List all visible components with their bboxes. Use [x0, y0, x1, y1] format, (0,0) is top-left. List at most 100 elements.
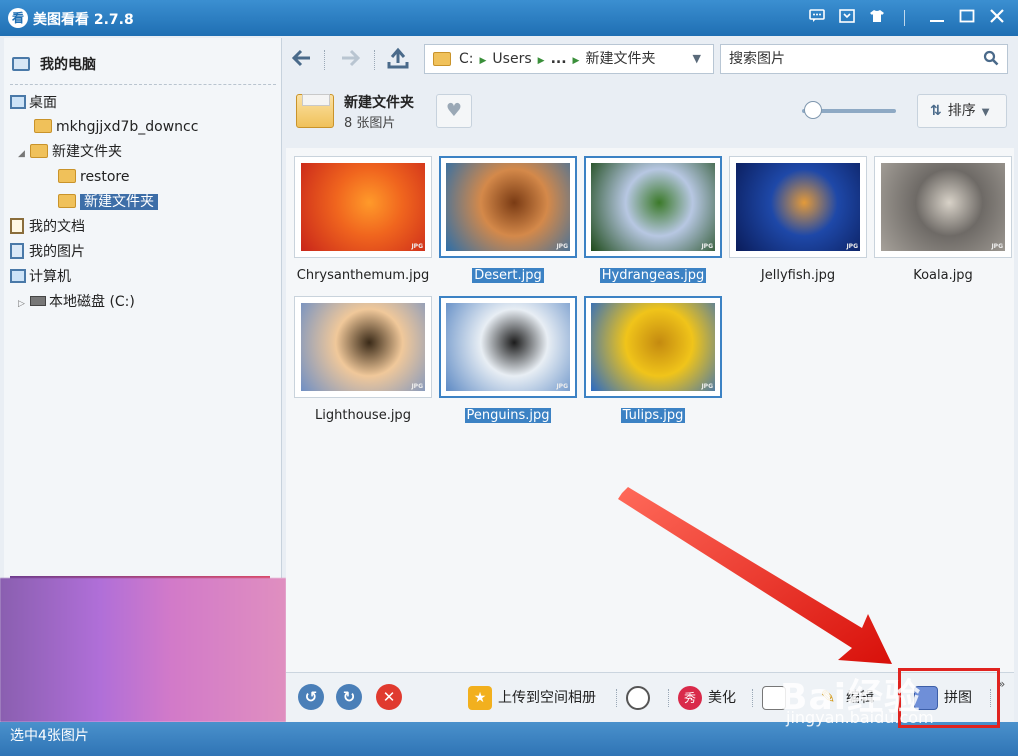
thumbnail-image: JPG	[591, 163, 715, 251]
address-bar[interactable]: C: ▶ Users ▶... ▶ 新建文件夹 ▼	[424, 44, 714, 74]
jpg-badge-icon: JPG	[846, 243, 858, 250]
thumbnail-image: JPG	[301, 303, 425, 391]
sidebar-item-new-folder[interactable]: ◢ 新建文件夹	[18, 141, 122, 163]
image-filename[interactable]: Penguins.jpg	[433, 408, 583, 423]
minimize-icon[interactable]	[926, 8, 948, 28]
sort-label: 排序	[947, 103, 976, 119]
sidebar-item-pictures[interactable]: 我的图片	[10, 241, 85, 263]
zoom-slider-handle[interactable]	[804, 101, 822, 119]
sidebar-item-label: 本地磁盘 (C:)	[49, 294, 135, 310]
sidebar-item-label: 新建文件夹	[80, 194, 158, 210]
sidebar-item-drive-c[interactable]: ▷ 本地磁盘 (C:)	[18, 291, 135, 313]
maximize-icon[interactable]	[956, 8, 978, 28]
meixiu-icon: 秀	[678, 686, 702, 710]
thumbnail-image: JPG	[446, 163, 570, 251]
image-filename-text: Jellyfish.jpg	[760, 268, 836, 283]
breadcrumb-arrow-icon[interactable]: ▶	[538, 56, 545, 66]
feedback-icon[interactable]	[806, 8, 828, 28]
rotate-right-icon: ↻	[342, 688, 356, 706]
folder-name: 新建文件夹	[344, 95, 414, 111]
image-thumbnail[interactable]: JPG	[729, 156, 867, 258]
documents-icon	[10, 218, 24, 234]
search-input[interactable]	[721, 45, 961, 73]
image-filename-text: Penguins.jpg	[464, 408, 552, 423]
image-thumbnail[interactable]: JPG	[294, 296, 432, 398]
sidebar-header[interactable]: 我的电脑	[12, 54, 96, 74]
breadcrumb-arrow-icon[interactable]: ▶	[480, 56, 487, 66]
title-bar: 看 美图看看 2.7.8	[0, 0, 1018, 36]
image-filename[interactable]: Jellyfish.jpg	[723, 268, 873, 283]
image-filename-text: Lighthouse.jpg	[315, 408, 411, 423]
toolbar-separator	[668, 689, 669, 707]
toolbar-separator	[374, 50, 375, 70]
image-thumbnail[interactable]: JPG	[294, 156, 432, 258]
toolbar-separator	[324, 50, 325, 70]
drive-icon	[30, 296, 46, 306]
forward-button[interactable]	[336, 46, 364, 74]
sidebar-item-label: 计算机	[29, 269, 71, 285]
folder-icon	[30, 144, 48, 158]
sidebar-item-desktop[interactable]: 桌面	[10, 92, 57, 114]
breadcrumb-arrow-icon[interactable]: ▶	[573, 56, 580, 66]
folder-icon	[34, 119, 52, 133]
thumbnail-image: JPG	[591, 303, 715, 391]
rotate-left-icon: ↺	[304, 688, 318, 706]
image-filename[interactable]: Tulips.jpg	[578, 408, 728, 423]
image-thumbnail[interactable]: JPG	[439, 156, 577, 258]
search-icon[interactable]	[983, 50, 999, 66]
image-grid: JPG Chrysanthemum.jpg JPG Desert.jpg JPG Hydr…	[286, 148, 1014, 672]
chevron-down-icon[interactable]: ▼	[693, 45, 701, 73]
image-filename[interactable]: Lighthouse.jpg	[288, 408, 438, 423]
image-thumbnail[interactable]: JPG	[584, 296, 722, 398]
image-filename[interactable]: Desert.jpg	[433, 268, 583, 283]
image-thumbnail[interactable]: JPG	[439, 296, 577, 398]
skin-icon[interactable]	[866, 8, 888, 28]
sidebar-item-computer[interactable]: 计算机	[10, 266, 71, 288]
desktop-icon	[10, 95, 26, 109]
toolbar: C: ▶ Users ▶... ▶ 新建文件夹 ▼	[286, 38, 1014, 82]
sidebar-divider	[10, 84, 276, 85]
image-thumbnail[interactable]: JPG	[584, 156, 722, 258]
folder-icon	[58, 169, 76, 183]
watermark-url: jingyan.baidu.com	[786, 708, 934, 727]
collapse-arrow-icon[interactable]: ◢	[18, 143, 30, 165]
address-drive[interactable]: C:	[459, 51, 474, 67]
up-folder-button[interactable]	[384, 46, 412, 74]
weibo-share-button[interactable]	[626, 685, 656, 711]
sidebar-item-new-folder-selected[interactable]: 新建文件夹	[58, 191, 158, 213]
expand-arrow-icon[interactable]: ▷	[18, 293, 30, 315]
beautify-button[interactable]: 秀美化	[678, 685, 736, 711]
jpg-badge-icon: JPG	[701, 243, 713, 250]
weibo-icon	[626, 686, 650, 710]
sidebar-item-restore[interactable]: restore	[58, 166, 129, 188]
rotate-left-button[interactable]: ↺	[298, 684, 324, 710]
close-icon[interactable]	[986, 8, 1008, 28]
address-segment-folder[interactable]: 新建文件夹	[585, 51, 655, 67]
upload-album-button[interactable]: ★ 上传到空间相册	[468, 685, 596, 711]
sidebar-header-label: 我的电脑	[40, 57, 96, 73]
sidebar-item-label: 我的文档	[29, 219, 85, 235]
sidebar-item-downcc[interactable]: mkhgjjxd7b_downcc	[34, 116, 198, 138]
jpg-badge-icon: JPG	[411, 383, 423, 390]
app-window: 看 美图看看 2.7.8 我的电脑 桌面 mkhgjjxd7b_downcc ◢…	[0, 0, 1018, 756]
jpg-badge-icon: JPG	[556, 243, 568, 250]
back-button[interactable]	[288, 46, 316, 74]
sidebar-item-documents[interactable]: 我的文档	[10, 216, 85, 238]
favorite-button[interactable]: ♥	[436, 94, 472, 128]
delete-icon: ✕	[382, 688, 396, 706]
image-filename[interactable]: Koala.jpg	[868, 268, 1018, 283]
sidebar-item-label: 我的图片	[29, 244, 85, 260]
delete-button[interactable]: ✕	[376, 684, 402, 710]
app-logo-icon: 看	[8, 8, 28, 28]
image-filename[interactable]: Hydrangeas.jpg	[578, 268, 728, 283]
sort-button[interactable]: ⇅ 排序 ▼	[917, 94, 1007, 128]
image-thumbnail[interactable]: JPG	[874, 156, 1012, 258]
jpg-badge-icon: JPG	[556, 383, 568, 390]
app-title: 美图看看 2.7.8	[33, 12, 134, 28]
image-filename[interactable]: Chrysanthemum.jpg	[288, 268, 438, 283]
rotate-right-button[interactable]: ↻	[336, 684, 362, 710]
menu-icon[interactable]	[836, 8, 858, 28]
sidebar-item-label: restore	[80, 169, 130, 185]
address-segment-ellipsis[interactable]: ...	[551, 51, 567, 67]
address-segment-users[interactable]: Users	[492, 51, 531, 67]
